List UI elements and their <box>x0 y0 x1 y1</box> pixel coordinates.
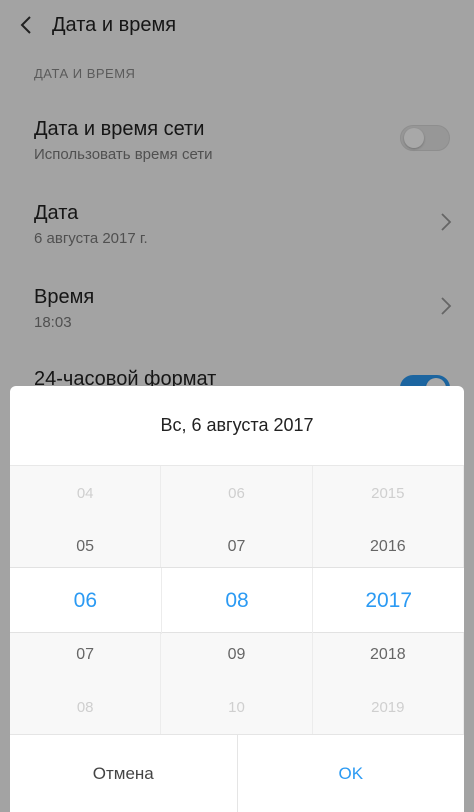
selected-month[interactable]: 08 <box>162 568 314 634</box>
day-option[interactable]: 04 <box>10 466 160 520</box>
year-option[interactable]: 2016 <box>313 520 463 574</box>
selected-year[interactable]: 2017 <box>313 568 464 634</box>
date-picker-dialog: Вс, 6 августа 2017 04 05 07 08 06 07 09 … <box>10 386 464 812</box>
date-wheels: 04 05 07 08 06 07 09 10 2015 2016 2018 2… <box>10 466 464 734</box>
year-option[interactable]: 2015 <box>313 466 463 520</box>
day-option[interactable]: 08 <box>10 680 160 734</box>
month-option[interactable]: 06 <box>161 466 311 520</box>
year-option[interactable]: 2019 <box>313 680 463 734</box>
day-option[interactable]: 05 <box>10 520 160 574</box>
selected-day[interactable]: 06 <box>10 568 162 634</box>
year-option[interactable]: 2018 <box>313 628 463 682</box>
dialog-buttons: Отмена OK <box>10 734 464 812</box>
month-option[interactable]: 07 <box>161 520 311 574</box>
day-option[interactable]: 07 <box>10 628 160 682</box>
dialog-title: Вс, 6 августа 2017 <box>10 386 464 466</box>
month-option[interactable]: 10 <box>161 680 311 734</box>
selection-band: 06 08 2017 <box>10 567 464 634</box>
month-option[interactable]: 09 <box>161 628 311 682</box>
ok-button[interactable]: OK <box>238 735 465 812</box>
cancel-button[interactable]: Отмена <box>10 735 238 812</box>
